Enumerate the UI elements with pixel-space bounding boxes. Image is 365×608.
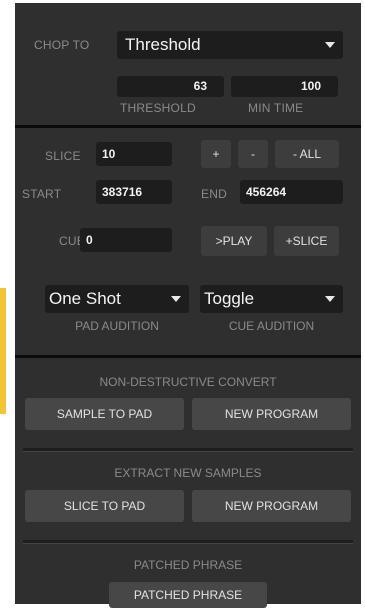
slice-to-pad-button[interactable]: SLICE TO PAD	[25, 490, 184, 522]
remove-slice-button[interactable]: -	[238, 140, 268, 168]
patched-phrase-title: PATCHED PHRASE	[133, 558, 243, 572]
chevron-down-icon	[171, 296, 181, 302]
min-time-label: MIN TIME	[248, 101, 304, 115]
end-field[interactable]: 456264	[240, 180, 343, 204]
start-label: START	[22, 187, 62, 201]
slice-number-field[interactable]: 10	[96, 142, 172, 166]
play-button[interactable]: >PLAY	[201, 226, 267, 256]
pad-audition-dropdown[interactable]: One Shot	[45, 285, 189, 313]
end-label: END	[201, 187, 227, 201]
threshold-field[interactable]: 63	[117, 76, 224, 97]
end-value: 456264	[246, 185, 287, 199]
pad-audition-label: PAD AUDITION	[75, 319, 159, 333]
divider	[23, 540, 353, 544]
threshold-label: THRESHOLD	[120, 101, 196, 115]
chop-mode-dropdown[interactable]: Threshold	[117, 31, 343, 59]
start-value: 383716	[102, 185, 143, 199]
slice-number-value: 10	[102, 147, 116, 161]
threshold-value: 63	[193, 79, 207, 93]
chop-mode-value: Threshold	[125, 35, 201, 54]
cue-audition-value: Toggle	[204, 289, 255, 308]
non-destructive-convert-title: NON-DESTRUCTIVE CONVERT	[99, 375, 277, 389]
convert-new-program-button[interactable]: NEW PROGRAM	[192, 398, 351, 430]
chop-to-label: CHOP TO	[34, 38, 90, 52]
side-accent-bar	[0, 288, 6, 414]
cue-audition-label: CUE AUDITION	[228, 319, 315, 333]
add-slice-button[interactable]: +SLICE	[274, 226, 339, 256]
min-time-value: 100	[300, 79, 321, 93]
pad-audition-value: One Shot	[49, 289, 121, 308]
add-slice-plus-button[interactable]: +	[201, 140, 231, 168]
start-field[interactable]: 383716	[96, 180, 172, 204]
patched-phrase-button[interactable]: PATCHED PHRASE	[109, 582, 267, 608]
chevron-down-icon	[325, 296, 335, 302]
sample-to-pad-button[interactable]: SAMPLE TO PAD	[25, 398, 184, 430]
slice-label: SLICE	[45, 149, 81, 163]
extract-new-samples-title: EXTRACT NEW SAMPLES	[114, 466, 262, 480]
extract-new-program-button[interactable]: NEW PROGRAM	[192, 490, 351, 522]
section-divider	[15, 125, 361, 128]
divider	[23, 448, 353, 452]
cue-field[interactable]: 0	[80, 228, 172, 252]
remove-all-slices-button[interactable]: - ALL	[275, 140, 339, 168]
min-time-field[interactable]: 100	[231, 76, 338, 97]
cue-value: 0	[86, 233, 93, 247]
chevron-down-icon	[325, 42, 335, 48]
cue-audition-dropdown[interactable]: Toggle	[200, 285, 343, 313]
section-divider	[15, 355, 361, 358]
